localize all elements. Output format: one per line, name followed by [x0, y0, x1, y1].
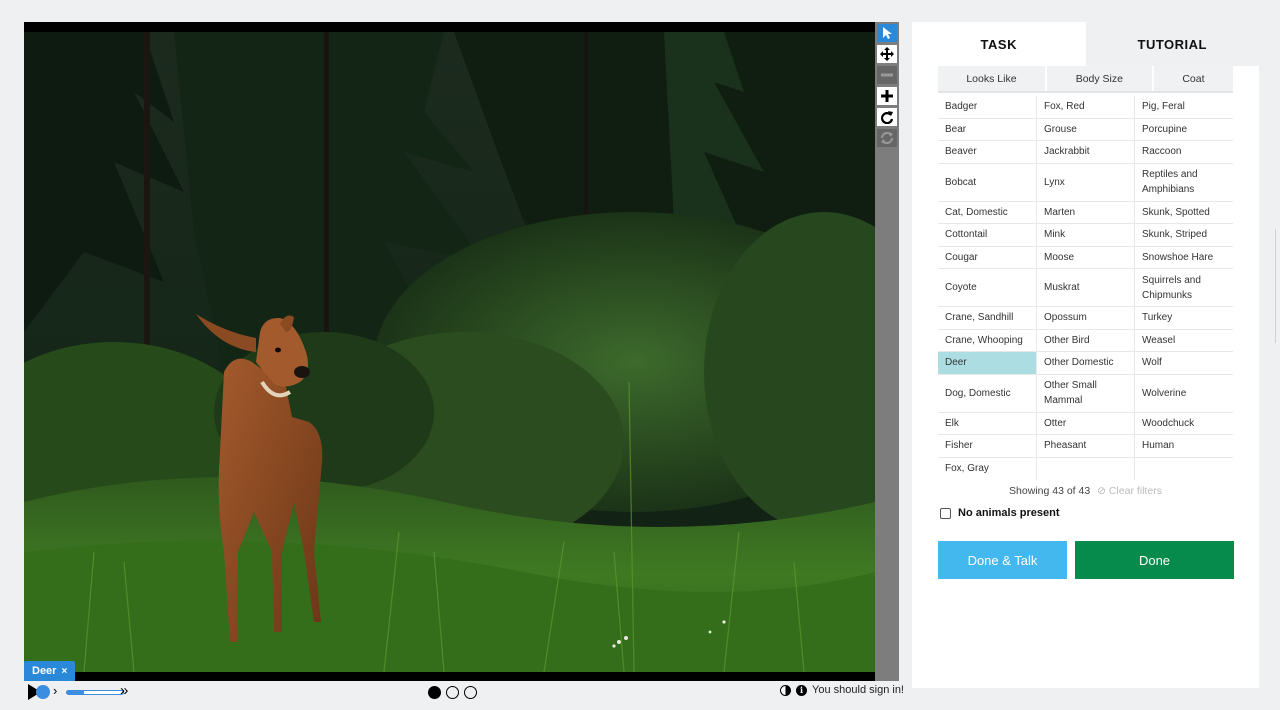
species-choice[interactable]: Fox, Red	[1036, 96, 1134, 119]
species-choice[interactable]: Coyote	[938, 269, 1036, 307]
species-choice[interactable]: Fox, Gray	[938, 458, 1036, 481]
speed-slider-knob[interactable]	[36, 685, 50, 699]
empty-cell	[1134, 457, 1233, 480]
info-icon[interactable]: i	[796, 684, 808, 696]
species-choices: Badger Fox, Red Pig, Feral Bear Grouse Porcup…	[938, 96, 1233, 480]
move-icon[interactable]	[877, 45, 897, 63]
done-and-talk-button[interactable]: Done & Talk	[938, 541, 1067, 579]
filter-looks-like[interactable]: Looks Like	[938, 66, 1045, 91]
no-animals-label: No animals present	[958, 507, 1060, 519]
species-choice[interactable]: Porcupine	[1134, 118, 1233, 141]
zoom-in-icon[interactable]	[877, 87, 897, 105]
species-choice[interactable]: Grouse	[1036, 118, 1134, 141]
reset-icon[interactable]	[877, 129, 897, 147]
speed-slider-fill	[67, 691, 84, 694]
species-choice[interactable]: Turkey	[1134, 307, 1233, 330]
frame-dot[interactable]	[428, 686, 441, 699]
clear-filters-label: Clear filters	[1108, 485, 1162, 497]
species-choice[interactable]: Raccoon	[1134, 141, 1233, 164]
species-choice[interactable]: Skunk, Spotted	[1134, 201, 1233, 224]
task-actions: Done & Talk Done	[938, 541, 1234, 579]
zoom-out-icon[interactable]	[877, 66, 897, 84]
panel-tabs: TASK TUTORIAL	[912, 22, 1259, 66]
species-choice[interactable]: Other Bird	[1036, 329, 1134, 352]
showing-count: Showing 43 of 43 ⊘ Clear filters	[912, 485, 1259, 497]
fast-forward-icon[interactable]: »	[120, 682, 128, 699]
step-forward-icon[interactable]: ›	[53, 683, 57, 698]
species-choice[interactable]: Lynx	[1036, 163, 1134, 202]
species-choice[interactable]: Snowshoe Hare	[1134, 246, 1233, 269]
camera-trap-image[interactable]	[24, 32, 875, 672]
species-choice[interactable]: Skunk, Striped	[1134, 224, 1233, 247]
rotate-icon[interactable]	[877, 108, 897, 126]
annotation-label: Deer	[32, 665, 57, 677]
contrast-icon[interactable]	[780, 684, 792, 696]
subject-viewer[interactable]	[24, 22, 875, 681]
filter-bar: Looks Like Body Size Coat	[938, 66, 1233, 93]
species-choice[interactable]: Mink	[1036, 224, 1134, 247]
filter-coat[interactable]: Coat	[1153, 66, 1233, 91]
scrollbar-edge	[1275, 229, 1276, 343]
species-choice[interactable]: Other Small Mammal	[1036, 374, 1134, 413]
species-choice[interactable]: Woodchuck	[1134, 412, 1233, 435]
species-choice[interactable]: Reptiles and Amphibians	[1134, 163, 1233, 202]
done-button[interactable]: Done	[1075, 541, 1234, 579]
species-choice[interactable]: Deer	[938, 352, 1036, 375]
species-choice[interactable]: Muskrat	[1036, 269, 1134, 307]
species-choice[interactable]: Dog, Domestic	[938, 375, 1036, 413]
species-choice[interactable]: Jackrabbit	[1036, 141, 1134, 164]
species-choice[interactable]: Pig, Feral	[1134, 96, 1233, 119]
species-choice[interactable]: Wolverine	[1134, 374, 1233, 413]
filter-body-size[interactable]: Body Size	[1046, 66, 1152, 91]
viewer-toolbar	[875, 22, 899, 681]
frame-selector	[428, 686, 477, 699]
species-choice[interactable]: Fisher	[938, 435, 1036, 458]
species-choice[interactable]: Bobcat	[938, 164, 1036, 202]
species-choice[interactable]: Cat, Domestic	[938, 202, 1036, 224]
frame-dot[interactable]	[464, 686, 477, 699]
signin-text[interactable]: You should sign in!	[812, 684, 904, 696]
species-choice[interactable]: Human	[1134, 435, 1233, 458]
species-choice[interactable]: Crane, Whooping	[938, 330, 1036, 352]
task-panel: TASK TUTORIAL Looks Like Body Size Coat …	[912, 22, 1259, 688]
forest-deer-photo	[24, 32, 875, 672]
species-choice[interactable]: Moose	[1036, 246, 1134, 269]
no-animals-checkbox[interactable]	[940, 507, 951, 519]
species-choice[interactable]: Pheasant	[1036, 435, 1134, 458]
tab-task[interactable]: TASK	[912, 22, 1086, 66]
species-choice[interactable]: Beaver	[938, 141, 1036, 164]
species-choice[interactable]: Elk	[938, 413, 1036, 435]
signin-notice: i You should sign in!	[780, 684, 904, 696]
species-choice[interactable]: Badger	[938, 96, 1036, 119]
species-choice[interactable]: Cottontail	[938, 224, 1036, 247]
species-choice[interactable]: Cougar	[938, 247, 1036, 269]
species-choice[interactable]: Bear	[938, 119, 1036, 141]
empty-cell	[1036, 457, 1134, 480]
species-choice[interactable]: Crane, Sandhill	[938, 307, 1036, 330]
remove-annotation-icon[interactable]: ×	[61, 666, 67, 677]
speed-slider[interactable]	[66, 690, 124, 695]
species-choice[interactable]: Wolf	[1134, 352, 1233, 375]
species-choice[interactable]: Opossum	[1036, 307, 1134, 330]
species-choice[interactable]: Squirrels and Chipmunks	[1134, 269, 1233, 307]
clear-filters-button[interactable]: ⊘ Clear filters	[1097, 485, 1162, 497]
tab-tutorial[interactable]: TUTORIAL	[1085, 22, 1259, 66]
frame-dot[interactable]	[446, 686, 459, 699]
species-choice[interactable]: Otter	[1036, 412, 1134, 435]
species-choice[interactable]: Other Domestic	[1036, 352, 1134, 375]
pointer-icon[interactable]	[877, 24, 897, 42]
no-animals-option[interactable]: No animals present	[940, 507, 1259, 519]
showing-text: Showing 43 of 43	[1009, 485, 1091, 497]
annotation-chip-deer[interactable]: Deer ×	[24, 661, 76, 681]
species-choice[interactable]: Marten	[1036, 201, 1134, 224]
playback-controls: › » i You should sign in!	[24, 682, 904, 702]
species-choice[interactable]: Weasel	[1134, 329, 1233, 352]
